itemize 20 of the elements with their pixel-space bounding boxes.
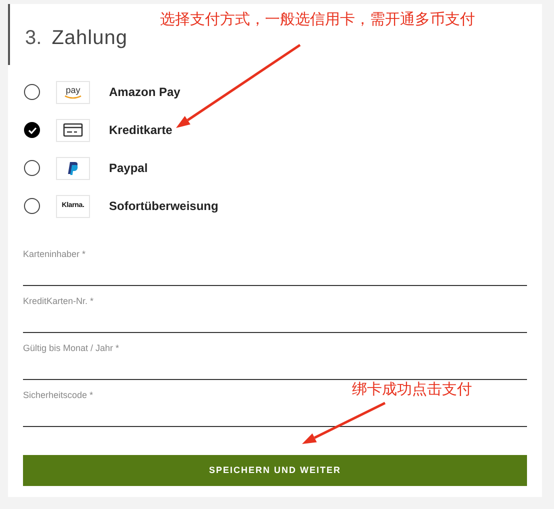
annotation-text: 绑卡成功点击支付 <box>352 382 472 397</box>
amazon-pay-logo: pay <box>56 80 90 104</box>
section-title: Zahlung <box>52 26 128 50</box>
paypal-logo-icon <box>68 162 78 174</box>
checkmark-icon <box>28 126 36 134</box>
radio-button[interactable] <box>24 160 40 176</box>
credit-card-icon <box>63 123 83 137</box>
payment-method-label[interactable]: Amazon Pay <box>109 83 180 101</box>
radio-button[interactable] <box>24 198 40 214</box>
annotation-text: 选择支付方式，一般选信用卡，需开通多币支付 <box>160 10 475 30</box>
payment-method-label[interactable]: Sofortüberweisung <box>109 197 218 215</box>
radio-button[interactable] <box>24 84 40 100</box>
radio-button[interactable] <box>24 122 40 138</box>
step-number: 3. <box>25 26 42 50</box>
input-field[interactable]: Karteninhaber * <box>23 239 527 286</box>
payment-method-label[interactable]: Kreditkarte <box>109 121 172 139</box>
payment-method-label[interactable]: Paypal <box>109 159 148 177</box>
save-and-continue-button[interactable]: SPEICHERN UND WEITER <box>23 455 527 486</box>
input-field[interactable]: Gültig bis Monat / Jahr * <box>23 333 527 380</box>
input-field[interactable]: KreditKarten-Nr. * <box>23 286 527 333</box>
